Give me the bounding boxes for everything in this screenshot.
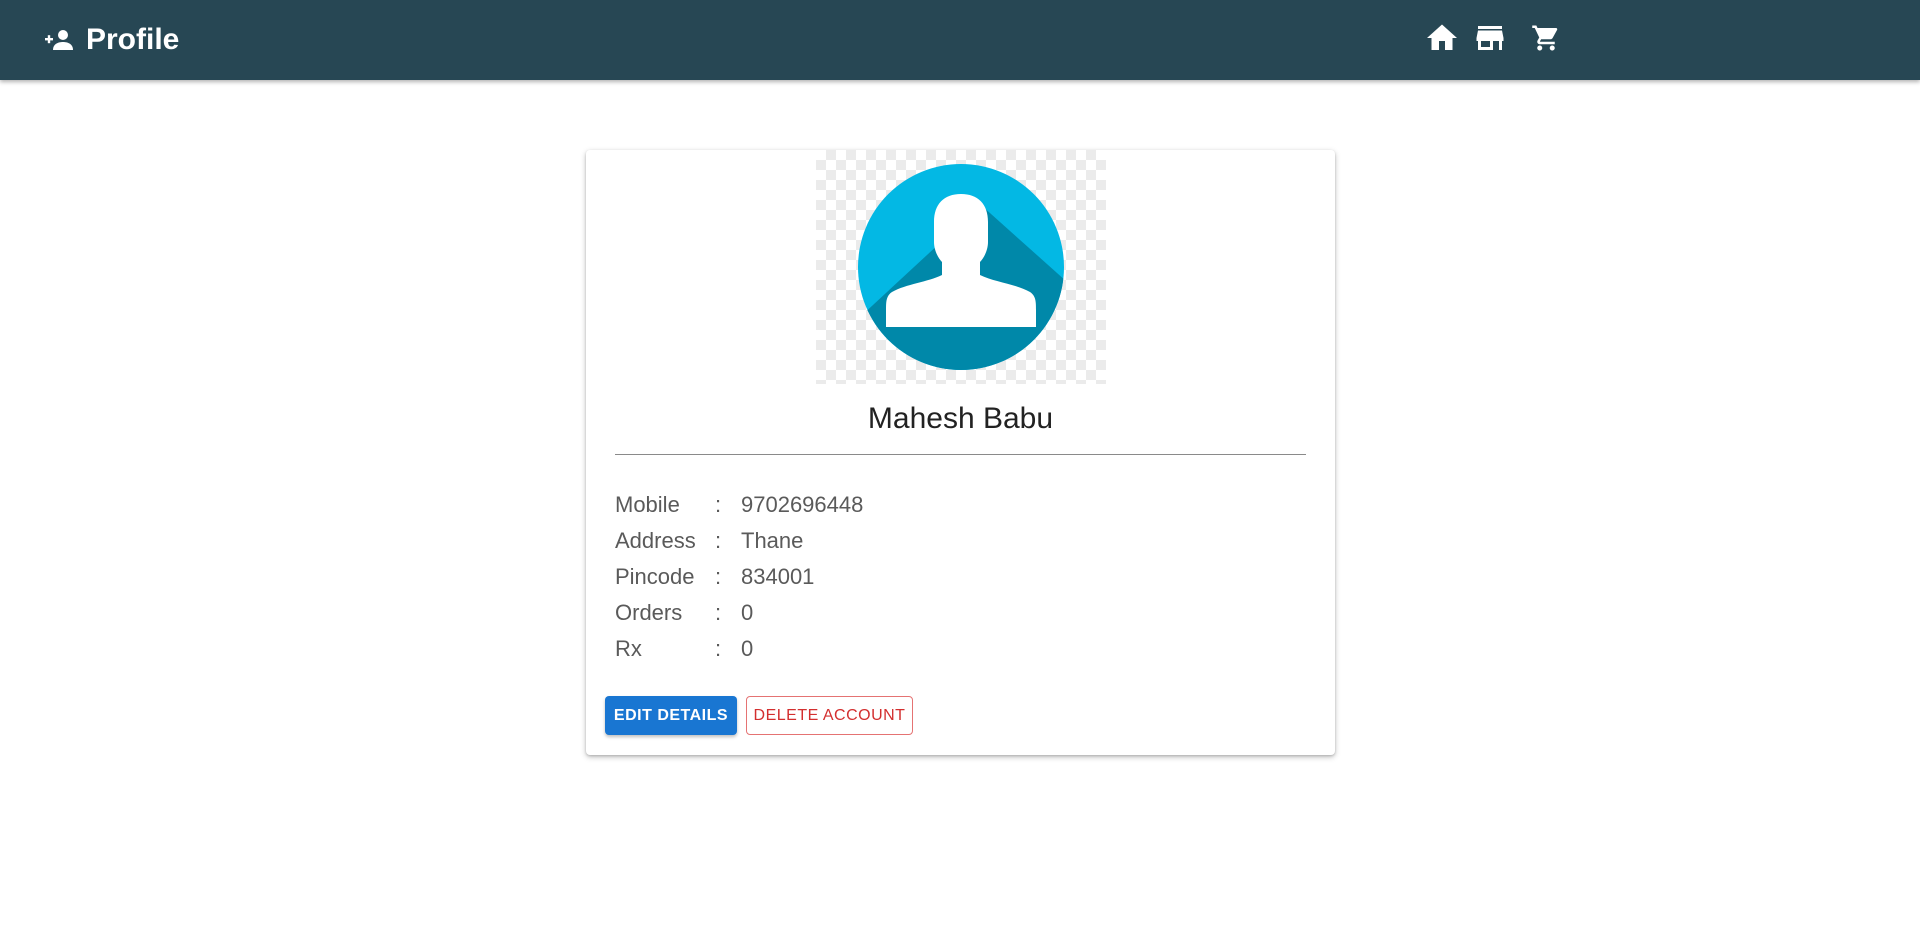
detail-value: Thane [741,528,804,553]
cart-icon [1531,23,1561,58]
detail-row-mobile: Mobile : 9702696448 [615,487,1306,523]
detail-value: 0 [741,636,754,661]
profile-name: Mahesh Babu [867,402,1054,435]
person-add-icon [44,28,74,52]
app-bar: Profile [0,0,1920,80]
detail-row-rx: Rx : 0 [615,631,1306,667]
edit-details-button[interactable]: EDIT DETAILS [605,696,737,735]
cart-button[interactable] [1522,16,1570,64]
detail-label: Address [615,528,696,553]
home-button[interactable] [1418,16,1466,64]
store-button[interactable] [1466,16,1514,64]
detail-row-pincode: Pincode : 834001 [615,559,1306,595]
delete-account-button[interactable]: DELETE ACCOUNT [746,696,913,735]
detail-label: Pincode [615,564,695,589]
avatar [816,150,1106,384]
profile-card: Mahesh Babu Mobile : 9702696448 Address … [586,150,1335,755]
detail-label: Mobile [615,492,680,517]
detail-value: 834001 [741,564,815,589]
user-avatar-icon [858,164,1064,370]
detail-label: Rx [615,636,642,661]
detail-value: 9702696448 [741,492,864,517]
detail-separator: : [715,492,722,517]
detail-row-address: Address : Thane [615,523,1306,559]
detail-separator: : [715,636,722,661]
detail-label: Orders [615,600,683,625]
detail-separator: : [715,600,722,625]
app-brand: Profile [44,0,179,80]
profile-details: Mobile : 9702696448 Address : Thane Pinc… [615,487,1306,667]
store-icon [1472,20,1508,61]
page-title: Profile [86,23,180,56]
detail-value: 0 [741,600,754,625]
home-icon [1424,20,1460,61]
detail-separator: : [715,528,722,553]
detail-row-orders: Orders : 0 [615,595,1306,631]
detail-separator: : [715,564,722,589]
divider [615,454,1306,455]
